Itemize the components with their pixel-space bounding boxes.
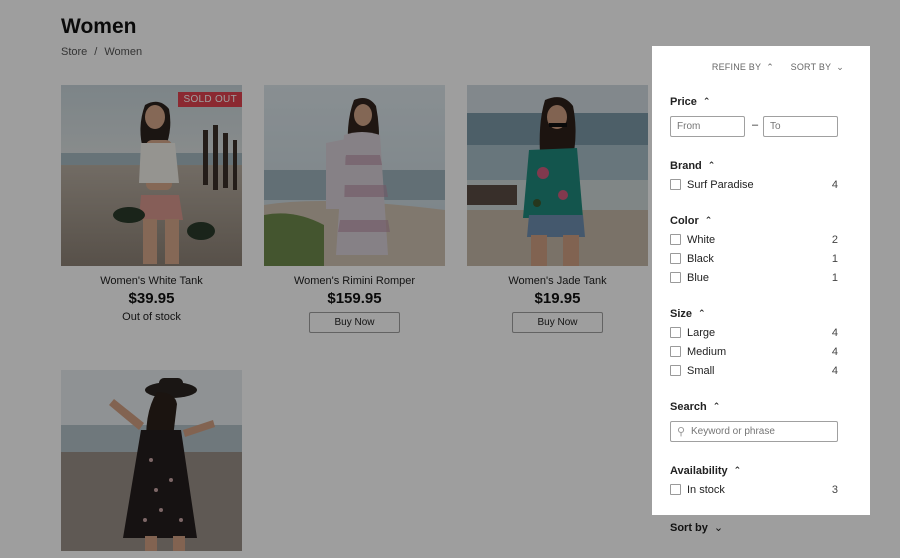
product-card[interactable]: Women's Jade Tank $19.95 Buy Now [467, 85, 648, 333]
product-price: $159.95 [327, 290, 382, 307]
refine-panel: REFINE BY⌃ SORT BY⌄ Price⌃ – Brand⌃ Surf… [652, 46, 870, 515]
product-image[interactable]: SOLD OUT [61, 85, 242, 266]
stock-status: Out of stock [122, 311, 181, 323]
sort-by-toggle[interactable]: SORT BY ⌄ [791, 62, 844, 72]
price-filter: Price⌃ – [670, 96, 838, 137]
chevron-up-icon: ⌃ [712, 401, 721, 411]
price-to-input[interactable] [763, 116, 838, 137]
search-input[interactable] [691, 424, 831, 439]
breadcrumb-separator: / [94, 46, 98, 58]
checkbox[interactable] [670, 179, 681, 190]
checkbox[interactable] [670, 253, 681, 264]
brand-filter: Brand ⌃ Surf Paradise 4 [670, 160, 838, 195]
size-heading[interactable]: Size ⌃ [670, 308, 838, 320]
filter-option[interactable]: Large 4 [670, 324, 838, 343]
chevron-up-icon: ⌃ [704, 215, 713, 225]
price-heading[interactable]: Price ⌃ [670, 96, 838, 108]
availability-filter: Availability ⌃ In stock 3 [670, 465, 838, 500]
filter-option[interactable]: Small 4 [670, 362, 838, 381]
chevron-down-icon: ⌄ [713, 522, 724, 534]
checkbox[interactable] [670, 234, 681, 245]
product-image[interactable] [264, 85, 445, 266]
breadcrumb-store[interactable]: Store [61, 46, 87, 58]
availability-heading[interactable]: Availability ⌃ [670, 465, 838, 477]
price-range-dash: – [752, 119, 759, 131]
filter-option[interactable]: Medium 4 [670, 343, 838, 362]
product-card[interactable] [61, 370, 242, 551]
product-image[interactable] [61, 370, 242, 551]
checkbox[interactable] [670, 365, 681, 376]
filter-option[interactable]: Blue 1 [670, 269, 838, 288]
filter-option[interactable]: In stock 3 [670, 481, 838, 500]
size-filter: Size ⌃ Large 4 Medium 4 Small 4 [670, 308, 838, 381]
brand-heading[interactable]: Brand ⌃ [670, 160, 838, 172]
filter-option[interactable]: Black 1 [670, 250, 838, 269]
chevron-up-icon: ⌃ [698, 308, 706, 318]
breadcrumb-women[interactable]: Women [104, 46, 142, 58]
product-price: $19.95 [534, 290, 581, 307]
buy-now-button[interactable]: Buy Now [512, 312, 603, 333]
chevron-up-icon: ⌃ [707, 160, 716, 170]
product-card[interactable]: SOLD OUT Women's White Tank $39.95 Out o… [61, 85, 242, 323]
checkbox[interactable] [670, 327, 681, 338]
product-image[interactable] [467, 85, 648, 266]
product-name[interactable]: Women's Jade Tank [467, 275, 648, 287]
checkbox[interactable] [670, 346, 681, 357]
refine-by-toggle[interactable]: REFINE BY ⌃ [712, 62, 774, 72]
breadcrumb: Store / Women [61, 46, 142, 58]
color-filter: Color ⌃ White 2 Black 1 Blue 1 [670, 215, 838, 288]
price-from-input[interactable] [670, 116, 745, 137]
chevron-up-icon: ⌃ [733, 465, 742, 475]
checkbox[interactable] [670, 272, 681, 283]
page-title: Women [61, 15, 137, 38]
search-filter: Search ⌃ ⚲ [670, 401, 838, 442]
buy-now-button[interactable]: Buy Now [309, 312, 400, 333]
product-price: $39.95 [128, 290, 175, 307]
panel-topbar: REFINE BY ⌃ SORT BY ⌄ [698, 62, 844, 73]
product-name[interactable]: Women's White Tank [61, 275, 242, 287]
product-card[interactable]: Women's Rimini Romper $159.95 Buy Now [264, 85, 445, 333]
color-heading[interactable]: Color ⌃ [670, 215, 838, 227]
search-heading[interactable]: Search ⌃ [670, 401, 838, 413]
filter-option[interactable]: White 2 [670, 231, 838, 250]
product-name[interactable]: Women's Rimini Romper [264, 275, 445, 287]
chevron-up-icon: ⌃ [702, 96, 711, 106]
search-icon: ⚲ [677, 426, 686, 438]
checkbox[interactable] [670, 484, 681, 495]
chevron-down-icon: ⌄ [836, 62, 844, 72]
sold-out-badge: SOLD OUT [178, 92, 242, 107]
chevron-up-icon: ⌃ [766, 62, 774, 72]
sort-by-footer[interactable]: Sort by ⌄ [670, 521, 723, 534]
search-box[interactable]: ⚲ [670, 421, 838, 442]
filter-option[interactable]: Surf Paradise 4 [670, 176, 838, 195]
